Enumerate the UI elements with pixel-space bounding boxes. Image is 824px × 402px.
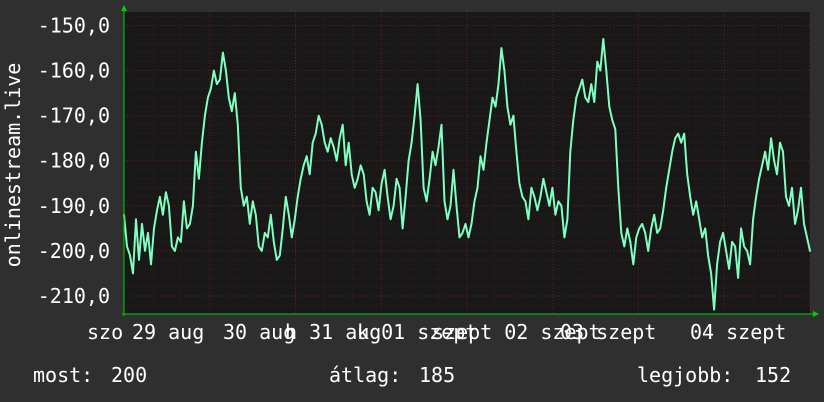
y-tick-label: -200,0 <box>38 239 110 263</box>
x-tick-label: 03 szept <box>560 320 656 344</box>
stat-atlag-label: átlag: <box>329 363 401 387</box>
stat-most-label: most: <box>33 363 93 387</box>
y-tick-label: -170,0 <box>38 104 110 128</box>
stat-most-value: 200 <box>111 363 147 387</box>
y-tick-label: -160,0 <box>38 59 110 83</box>
y-tick-label: -150,0 <box>38 14 110 38</box>
x-tick-label: 04 szept <box>690 320 786 344</box>
y-tick-label: -210,0 <box>38 284 110 308</box>
stat-atlag-value: 185 <box>419 363 455 387</box>
side-label: onlinestream.live <box>1 63 25 268</box>
y-tick-label: -180,0 <box>38 149 110 173</box>
x-tick-label: 29 aug <box>132 320 204 344</box>
stat-legjobb-value: 152 <box>755 363 791 387</box>
stat-legjobb-label: legjobb: <box>637 363 733 387</box>
y-tick-label: -190,0 <box>38 194 110 218</box>
chart: -150,0 -160,0 -170,0 -180,0 -190,0 -200,0 -210… <box>0 0 824 402</box>
x-tick-label: szo <box>87 320 123 344</box>
